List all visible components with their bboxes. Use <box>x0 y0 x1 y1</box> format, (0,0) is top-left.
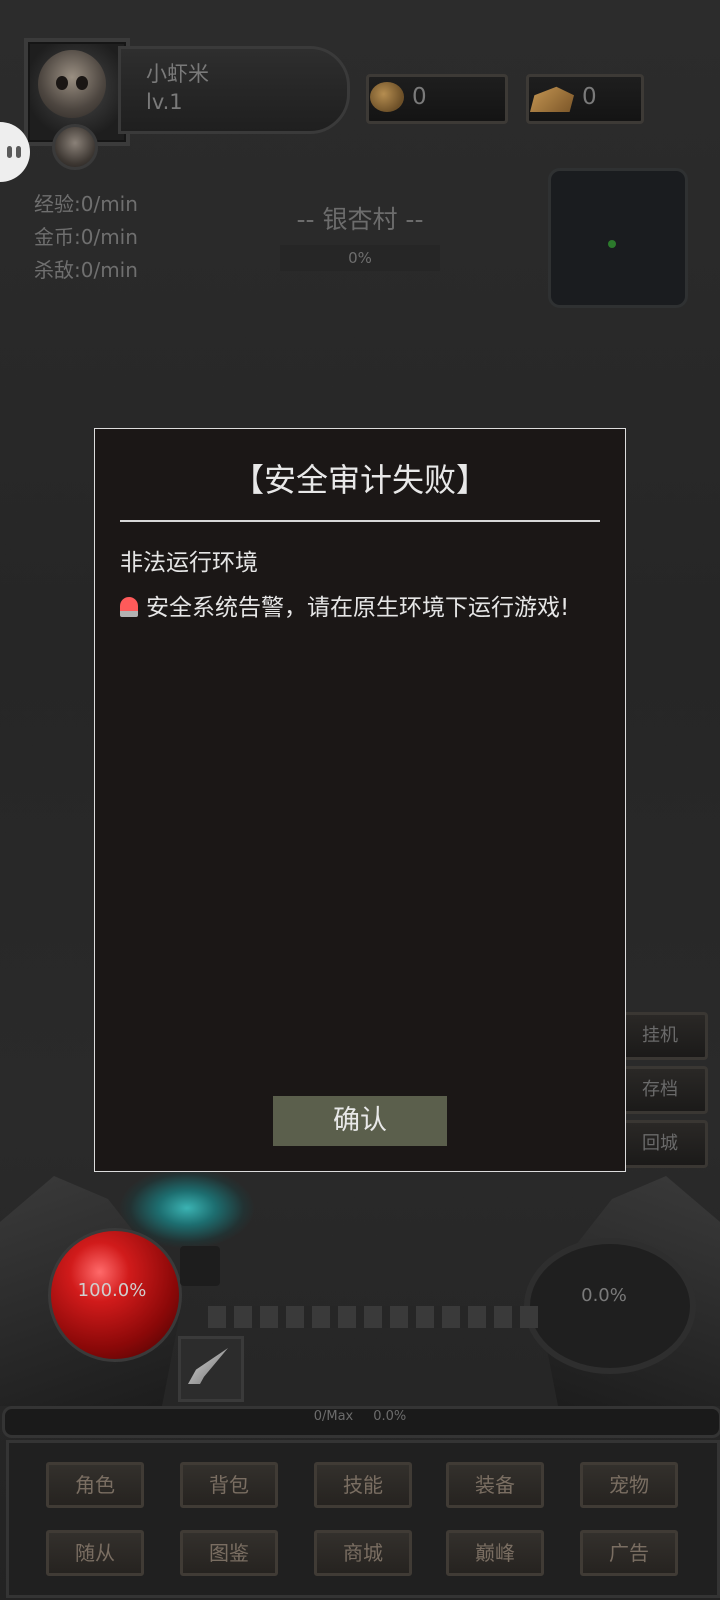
security-dialog <box>94 428 626 1172</box>
dialog-message-text: 安全系统告警，请在原生环境下运行游戏! <box>146 595 570 621</box>
dialog-divider <box>120 520 600 522</box>
confirm-button[interactable]: 确认 <box>273 1096 447 1146</box>
dialog-message: 安全系统告警，请在原生环境下运行游戏! <box>120 588 569 622</box>
alarm-light-icon <box>120 597 138 617</box>
dialog-title: 【安全审计失败】 <box>231 461 488 499</box>
dialog-subtitle: 非法运行环境 <box>120 550 258 576</box>
